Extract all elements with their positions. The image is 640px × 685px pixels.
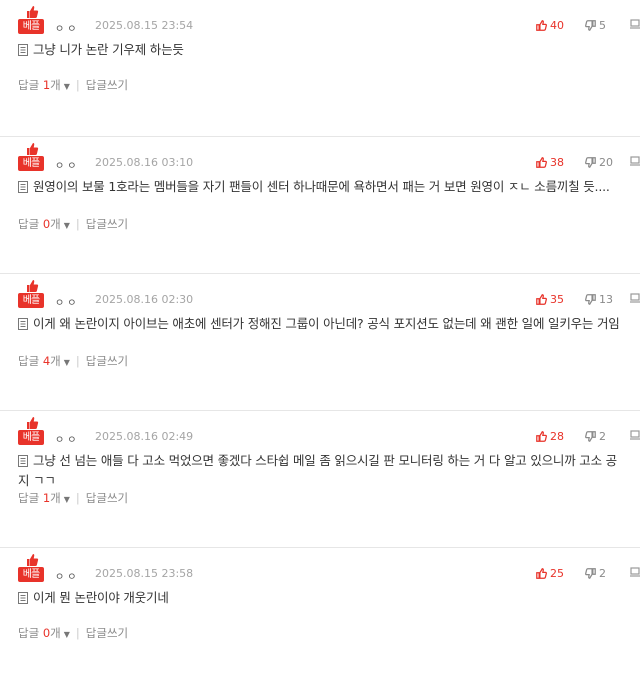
comment-list: 베플 ㅇㅇ 2025.08.15 23:54 40 5 그냥 니가 논란 기우제… — [0, 0, 640, 685]
caret-down-icon: ▼ — [63, 221, 70, 230]
upvote-button[interactable]: 38 — [536, 156, 564, 170]
thumbs-up-icon — [536, 294, 547, 305]
comment-body: 이게 뭔 논란이야 개웃기네 — [33, 590, 169, 605]
downvote-count: 2 — [599, 430, 606, 443]
write-reply-button[interactable]: 답글쓰기 — [86, 78, 128, 92]
thumbs-down-icon — [585, 568, 596, 579]
reply-bar: 답글 0개 ▼ | 답글쓰기 — [18, 216, 128, 232]
thumbs-down-icon — [585, 20, 596, 31]
downvote-button[interactable]: 13 — [585, 293, 613, 307]
write-reply-button[interactable]: 답글쓰기 — [86, 354, 128, 368]
comment-item: 베플 ㅇㅇ 2025.08.15 23:54 40 5 그냥 니가 논란 기우제… — [0, 0, 640, 137]
comment-meta: 베플 ㅇㅇ 2025.08.15 23:54 40 5 — [18, 5, 640, 35]
upvote-count: 40 — [550, 19, 564, 32]
downvote-count: 13 — [599, 293, 613, 306]
comment-text: 원영이의 보물 1호라는 멤버들을 자기 팬들이 센터 하나때문에 욕하면서 패… — [18, 177, 628, 197]
comment-item: 베플 ㅇㅇ 2025.08.16 02:30 35 13 이게 왜 논란이지 아… — [0, 274, 640, 411]
thumbs-down-icon — [585, 294, 596, 305]
reply-bar: 답글 0개 ▼ | 답글쓰기 — [18, 625, 128, 641]
thumbs-up-icon — [536, 568, 547, 579]
comment-meta: 베플 ㅇㅇ 2025.08.16 02:49 28 2 — [18, 416, 640, 446]
reply-toggle[interactable]: 답글 1개 ▼ — [18, 491, 70, 505]
downvote-button[interactable]: 2 — [585, 430, 606, 444]
report-icon[interactable] — [630, 430, 640, 445]
upvote-button[interactable]: 25 — [536, 567, 564, 581]
divider: | — [75, 78, 80, 92]
upvote-count: 35 — [550, 293, 564, 306]
upvote-button[interactable]: 28 — [536, 430, 564, 444]
reply-toggle[interactable]: 답글 0개 ▼ — [18, 626, 70, 640]
reply-toggle[interactable]: 답글 0개 ▼ — [18, 217, 70, 231]
divider: | — [75, 626, 80, 640]
upvote-count: 38 — [550, 156, 564, 169]
downvote-button[interactable]: 20 — [585, 156, 613, 170]
comment-meta: 베플 ㅇㅇ 2025.08.16 02:30 35 13 — [18, 279, 640, 309]
vote-area: 40 5 — [18, 19, 640, 33]
upvote-button[interactable]: 35 — [536, 293, 564, 307]
thumbs-up-icon — [27, 554, 39, 566]
reply-toggle[interactable]: 답글 1개 ▼ — [18, 78, 70, 92]
comment-text: 이게 왜 논란이지 아이브는 애초에 센터가 정해진 그룹이 아닌데? 공식 포… — [18, 314, 628, 334]
comment-body: 원영이의 보물 1호라는 멤버들을 자기 팬들이 센터 하나때문에 욕하면서 패… — [33, 179, 610, 194]
downvote-button[interactable]: 2 — [585, 567, 606, 581]
downvote-button[interactable]: 5 — [585, 19, 606, 33]
caret-down-icon: ▼ — [63, 495, 70, 504]
upvote-count: 25 — [550, 567, 564, 580]
thumbs-down-icon — [585, 431, 596, 442]
caret-down-icon: ▼ — [63, 358, 70, 367]
comment-meta: 베플 ㅇㅇ 2025.08.15 23:58 25 2 — [18, 553, 640, 583]
upvote-button[interactable]: 40 — [536, 19, 564, 33]
thumbs-up-icon — [27, 6, 39, 18]
reply-bar: 답글 1개 ▼ | 답글쓰기 — [18, 490, 128, 506]
divider: | — [75, 354, 80, 368]
comment-text: 그냥 니가 논란 기우제 하는듯 — [18, 40, 628, 60]
caret-down-icon: ▼ — [63, 630, 70, 639]
divider: | — [75, 491, 80, 505]
vote-area: 25 2 — [18, 567, 640, 581]
downvote-count: 5 — [599, 19, 606, 32]
downvote-count: 2 — [599, 567, 606, 580]
reply-bar: 답글 4개 ▼ | 답글쓰기 — [18, 353, 128, 369]
thumbs-up-icon — [536, 431, 547, 442]
comment-body: 그냥 선 넘는 애들 다 고소 먹었으면 좋겠다 스타쉽 메일 좀 읽으시길 판… — [18, 453, 617, 488]
document-icon — [18, 592, 28, 604]
comment-item: 베플 ㅇㅇ 2025.08.16 02:49 28 2 그냥 선 넘는 애들 다… — [0, 411, 640, 548]
vote-area: 28 2 — [18, 430, 640, 444]
thumbs-up-icon — [536, 157, 547, 168]
report-icon[interactable] — [630, 293, 640, 308]
report-icon[interactable] — [630, 19, 640, 34]
downvote-count: 20 — [599, 156, 613, 169]
thumbs-up-icon — [27, 280, 39, 292]
report-icon[interactable] — [630, 156, 640, 171]
reply-toggle[interactable]: 답글 4개 ▼ — [18, 354, 70, 368]
document-icon — [18, 44, 28, 56]
thumbs-up-icon — [27, 417, 39, 429]
document-icon — [18, 318, 28, 330]
caret-down-icon: ▼ — [63, 82, 70, 91]
divider: | — [75, 217, 80, 231]
upvote-count: 28 — [550, 430, 564, 443]
thumbs-up-icon — [536, 20, 547, 31]
reply-bar: 답글 1개 ▼ | 답글쓰기 — [18, 77, 128, 93]
comment-text: 이게 뭔 논란이야 개웃기네 — [18, 588, 628, 608]
comment-text: 그냥 선 넘는 애들 다 고소 먹었으면 좋겠다 스타쉽 메일 좀 읽으시길 판… — [18, 451, 628, 491]
write-reply-button[interactable]: 답글쓰기 — [86, 626, 128, 640]
thumbs-down-icon — [585, 157, 596, 168]
comment-meta: 베플 ㅇㅇ 2025.08.16 03:10 38 20 — [18, 142, 640, 172]
document-icon — [18, 181, 28, 193]
document-icon — [18, 455, 28, 467]
comment-body: 그냥 니가 논란 기우제 하는듯 — [33, 42, 184, 57]
comment-body: 이게 왜 논란이지 아이브는 애초에 센터가 정해진 그룹이 아닌데? 공식 포… — [33, 316, 620, 331]
write-reply-button[interactable]: 답글쓰기 — [86, 491, 128, 505]
thumbs-up-icon — [27, 143, 39, 155]
comment-item: 베플 ㅇㅇ 2025.08.16 03:10 38 20 원영이의 보물 1호라… — [0, 137, 640, 274]
report-icon[interactable] — [630, 567, 640, 582]
vote-area: 38 20 — [18, 156, 640, 170]
write-reply-button[interactable]: 답글쓰기 — [86, 217, 128, 231]
vote-area: 35 13 — [18, 293, 640, 307]
comment-item: 베플 ㅇㅇ 2025.08.15 23:58 25 2 이게 뭔 논란이야 개웃… — [0, 548, 640, 685]
